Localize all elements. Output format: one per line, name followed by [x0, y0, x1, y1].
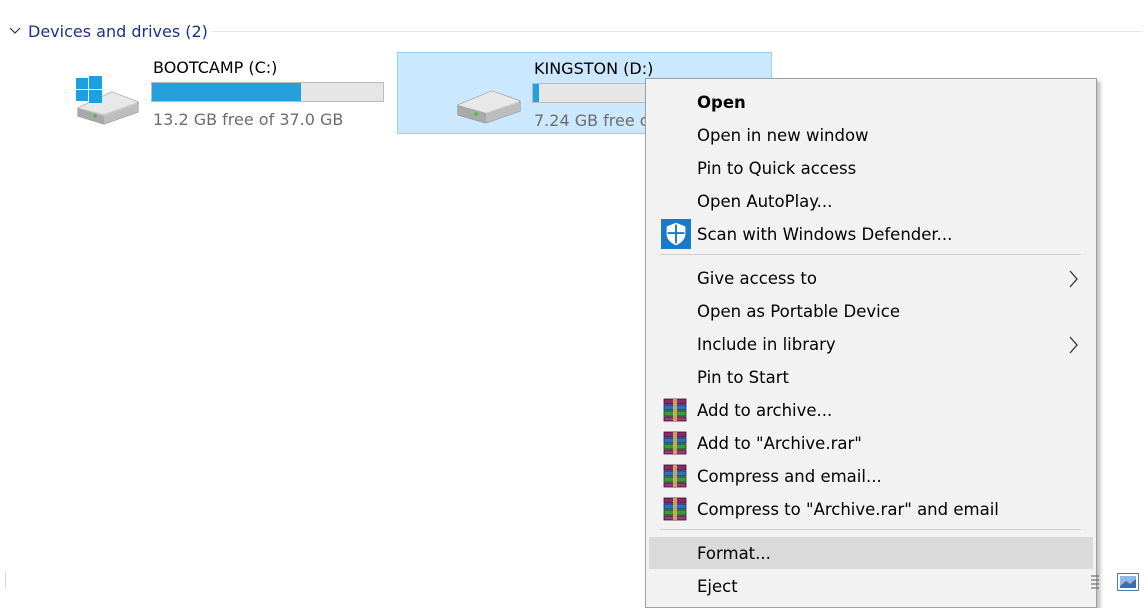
menu-item-open-new-window[interactable]: Open in new window — [649, 119, 1093, 151]
status-bar-edge — [5, 572, 6, 588]
context-menu: Open Open in new window Pin to Quick acc… — [645, 78, 1097, 608]
menu-item-label: Open — [697, 92, 746, 112]
usage-bar — [151, 82, 384, 102]
menu-item-label: Pin to Quick access — [697, 158, 857, 178]
menu-item-compress-rar-email[interactable]: Compress to "Archive.rar" and email — [649, 493, 1093, 525]
menu-separator — [660, 254, 1081, 255]
drive-name: BOOTCAMP (C:) — [153, 58, 278, 77]
menu-item-scan-defender[interactable]: Scan with Windows Defender... — [649, 218, 1093, 250]
menu-item-pin-start[interactable]: Pin to Start — [649, 361, 1093, 393]
menu-item-label: Open in new window — [697, 125, 869, 145]
menu-item-label: Open AutoPlay... — [697, 191, 833, 211]
group-title: Devices and drives (2) — [28, 21, 208, 41]
menu-item-label: Give access to — [697, 268, 817, 288]
menu-item-open[interactable]: Open — [649, 86, 1093, 118]
details-view-icon[interactable] — [1090, 572, 1100, 590]
chevron-right-icon — [1069, 270, 1078, 288]
menu-item-label: Eject — [697, 576, 738, 596]
menu-item-give-access[interactable]: Give access to — [649, 262, 1093, 294]
menu-separator — [660, 529, 1081, 530]
winrar-icon — [663, 464, 687, 488]
menu-item-open-autoplay[interactable]: Open AutoPlay... — [649, 185, 1093, 217]
winrar-icon — [663, 431, 687, 455]
menu-item-label: Compress and email... — [697, 466, 882, 486]
menu-item-label: Add to archive... — [697, 400, 833, 420]
devices-group-header[interactable]: Devices and drives (2) — [8, 18, 208, 44]
menu-item-label: Open as Portable Device — [697, 301, 900, 321]
menu-item-label: Include in library — [697, 334, 836, 354]
menu-item-label: Format... — [697, 543, 771, 563]
drive-free-space: 7.24 GB free o — [534, 111, 650, 130]
menu-item-label: Compress to "Archive.rar" and email — [697, 499, 999, 519]
usage-bar — [532, 83, 652, 103]
winrar-icon — [663, 497, 687, 521]
menu-item-eject[interactable]: Eject — [649, 570, 1093, 602]
drive-name: KINGSTON (D:) — [534, 59, 654, 78]
drive-free-space: 13.2 GB free of 37.0 GB — [153, 110, 344, 129]
menu-item-pin-quick-access[interactable]: Pin to Quick access — [649, 152, 1093, 184]
menu-item-include-library[interactable]: Include in library — [649, 328, 1093, 360]
menu-item-add-archive-rar[interactable]: Add to "Archive.rar" — [649, 427, 1093, 459]
winrar-icon — [663, 398, 687, 422]
drive-tile-c[interactable]: BOOTCAMP (C:) 13.2 GB free of 37.0 GB — [60, 52, 390, 134]
menu-item-add-archive[interactable]: Add to archive... — [649, 394, 1093, 426]
menu-item-open-portable[interactable]: Open as Portable Device — [649, 295, 1093, 327]
chevron-right-icon — [1069, 336, 1078, 354]
drive-icon — [457, 90, 521, 124]
defender-shield-icon — [661, 219, 691, 249]
usage-fill — [152, 83, 301, 101]
menu-item-label: Add to "Archive.rar" — [697, 433, 862, 453]
chevron-down-icon[interactable] — [8, 24, 22, 38]
large-icons-view-icon[interactable] — [1117, 573, 1139, 591]
menu-item-label: Pin to Start — [697, 367, 789, 387]
menu-item-label: Scan with Windows Defender... — [697, 224, 953, 244]
group-divider — [212, 31, 1142, 32]
usage-fill — [533, 84, 539, 102]
menu-item-compress-email[interactable]: Compress and email... — [649, 460, 1093, 492]
menu-item-format[interactable]: Format... — [649, 537, 1093, 569]
windows-drive-icon — [76, 76, 139, 125]
